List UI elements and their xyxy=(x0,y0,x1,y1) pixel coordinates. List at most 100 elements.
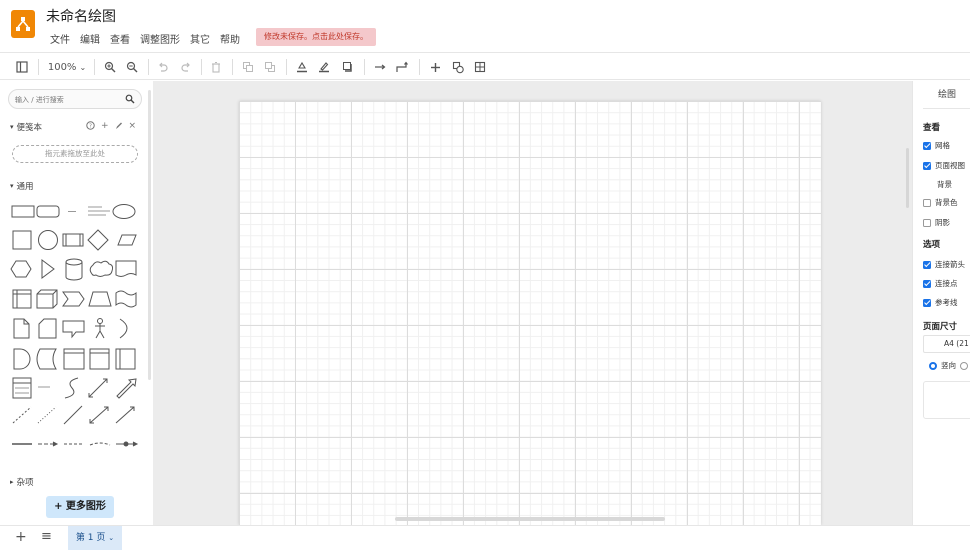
connection-arrows-checkbox[interactable]: 连接箭头 xyxy=(923,259,965,270)
portrait-label: 竖向 xyxy=(941,361,956,370)
to-back-icon[interactable] xyxy=(262,57,278,77)
rounded-rectangle-shape xyxy=(36,205,60,218)
rectangle-shape xyxy=(11,205,35,218)
format-panel-icon[interactable] xyxy=(14,57,30,77)
note-shape xyxy=(13,318,30,339)
callout-shape xyxy=(62,320,85,339)
page-view-label: 页面视图 xyxy=(935,161,965,170)
guides-checkbox[interactable]: 参考线 xyxy=(923,297,958,308)
drawio-logo-icon xyxy=(11,10,35,38)
pages-menu-icon[interactable]: ≡ xyxy=(41,529,52,544)
cube-shape xyxy=(36,289,58,309)
header: 未命名绘图 文件 编辑 查看 调整图形 其它 帮助 修改未保存。点击此处保存。 xyxy=(0,0,970,50)
view-section-title: 查看 xyxy=(923,123,941,133)
trapezoid-shape xyxy=(88,291,112,307)
menu-help[interactable]: 帮助 xyxy=(220,31,240,46)
add-shape-icon[interactable] xyxy=(450,57,466,77)
checkbox-unchecked-icon xyxy=(923,198,931,207)
table-icon[interactable] xyxy=(472,57,488,77)
add-page-icon[interactable]: + xyxy=(15,529,27,545)
process-shape xyxy=(62,233,84,247)
toolbar-divider xyxy=(419,59,420,75)
search-icon[interactable] xyxy=(125,94,135,107)
shadow-icon[interactable] xyxy=(340,57,356,77)
actor-shape xyxy=(95,318,105,339)
paper-size-select[interactable]: A4 (21 xyxy=(923,335,970,353)
canvas-horizontal-scrollbar[interactable] xyxy=(395,517,665,521)
zoom-out-icon[interactable] xyxy=(124,57,140,77)
zoom-in-icon[interactable] xyxy=(102,57,118,77)
menu-view[interactable]: 查看 xyxy=(110,31,130,46)
search-input[interactable] xyxy=(15,93,123,106)
menu-extras[interactable]: 其它 xyxy=(190,31,210,46)
tab-page-1[interactable]: 第 1 页 ⌄ xyxy=(68,526,122,550)
page-tab-label: 第 1 页 xyxy=(75,533,106,543)
curved-connector-shape xyxy=(89,442,111,446)
tab-diagram[interactable]: 绘图 xyxy=(923,81,970,109)
misc-title: 杂项 xyxy=(16,478,34,488)
custom-size-box[interactable] xyxy=(923,381,970,419)
menu-edit[interactable]: 编辑 xyxy=(80,31,100,46)
delete-icon[interactable] xyxy=(208,57,224,77)
add-icon[interactable]: + xyxy=(101,121,109,133)
menu-arrange[interactable]: 调整图形 xyxy=(140,31,180,46)
more-shapes-button[interactable]: + 更多图形 xyxy=(46,496,114,518)
insert-icon[interactable] xyxy=(427,57,443,77)
help-icon[interactable]: ? xyxy=(86,121,95,133)
fill-color-icon[interactable] xyxy=(294,57,310,77)
background-color-checkbox[interactable]: 背景色 xyxy=(923,197,958,208)
misc-header[interactable]: ▸ 杂项 xyxy=(10,476,34,488)
paper-size-section-title: 页面尺寸 xyxy=(923,322,958,332)
frame-shape xyxy=(89,348,110,370)
toolbar-divider xyxy=(232,59,233,75)
toolbar-divider xyxy=(201,59,202,75)
menu-bar: 文件 编辑 查看 调整图形 其它 帮助 xyxy=(50,31,240,46)
line-color-icon[interactable] xyxy=(316,57,332,77)
to-front-icon[interactable] xyxy=(240,57,256,77)
association-shape xyxy=(116,441,139,447)
container-shape xyxy=(63,348,85,370)
connection-points-checkbox[interactable]: 连接点 xyxy=(923,278,958,289)
document-title[interactable]: 未命名绘图 xyxy=(46,6,116,26)
menu-file[interactable]: 文件 xyxy=(50,31,70,46)
undo-icon[interactable] xyxy=(155,57,171,77)
redo-icon[interactable] xyxy=(178,57,194,77)
waypoints-icon[interactable] xyxy=(395,57,411,77)
connection-icon[interactable] xyxy=(372,57,388,77)
radio-unselected-icon[interactable] xyxy=(960,361,968,370)
or-shape xyxy=(119,318,128,339)
general-title: 通用 xyxy=(16,182,34,192)
grid-checkbox[interactable]: 网格 xyxy=(923,140,950,151)
hexagon-shape xyxy=(10,260,32,278)
drawing-page[interactable] xyxy=(239,101,821,525)
cylinder-shape xyxy=(65,258,83,281)
guides-label: 参考线 xyxy=(935,298,958,307)
textbox-shape xyxy=(88,206,110,216)
close-icon[interactable]: × xyxy=(129,121,137,133)
sidebar-scrollbar[interactable] xyxy=(148,90,151,380)
bidirectional-connector-shape xyxy=(89,406,109,424)
scratchpad-header[interactable]: ▾ 便笺本 xyxy=(10,121,42,133)
diagram-canvas[interactable] xyxy=(153,81,912,525)
shape-search xyxy=(8,89,142,109)
radio-selected-icon[interactable] xyxy=(929,361,937,370)
scratchpad-tools: ? + × xyxy=(86,121,136,133)
circle-shape xyxy=(38,230,58,250)
general-shape-palette[interactable] xyxy=(10,197,142,447)
general-header[interactable]: ▾ 通用 xyxy=(10,180,34,192)
dashed-line-shape xyxy=(12,406,32,424)
unsaved-changes-alert[interactable]: 修改未保存。点击此处保存。 xyxy=(256,28,376,46)
shadow-checkbox[interactable]: 阴影 xyxy=(923,217,950,228)
edit-icon[interactable] xyxy=(115,121,123,133)
format-panel-scrollbar[interactable] xyxy=(906,148,909,208)
line-shape xyxy=(63,405,83,425)
checkbox-unchecked-icon xyxy=(923,218,931,227)
scratchpad-dropzone[interactable]: 拖元素拖放至此处 xyxy=(12,145,138,163)
drawio-app: 未命名绘图 文件 编辑 查看 调整图形 其它 帮助 修改未保存。点击此处保存。 … xyxy=(0,0,970,550)
dotted-line-shape xyxy=(37,406,57,424)
zoom-dropdown[interactable]: 100% ⌄ xyxy=(46,57,88,77)
connection-arrows-label: 连接箭头 xyxy=(935,260,965,269)
toolbar-divider xyxy=(286,59,287,75)
ellipse-shape xyxy=(112,204,136,219)
page-view-checkbox[interactable]: 页面视图 xyxy=(923,160,965,171)
